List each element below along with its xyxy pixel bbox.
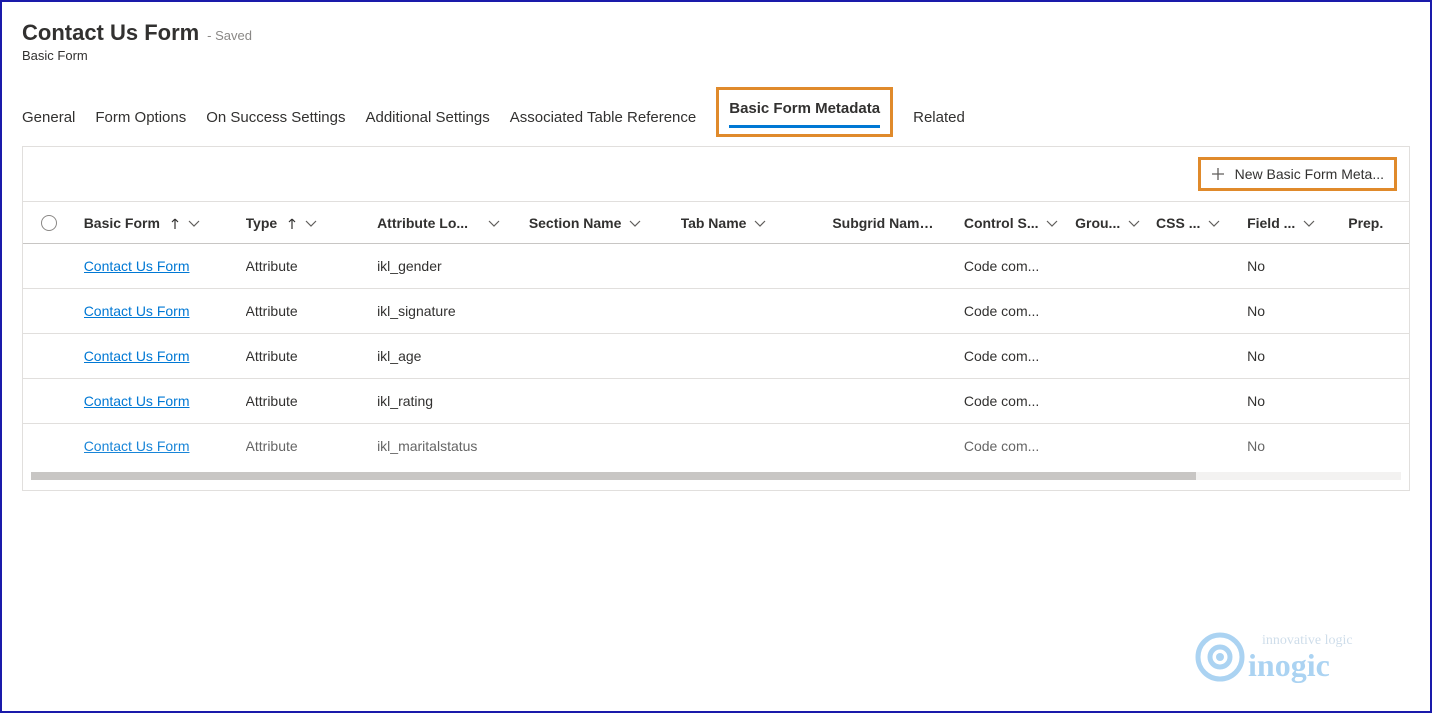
watermark-logo: innovative logic inogic: [1192, 612, 1412, 695]
column-css[interactable]: CSS ...: [1156, 202, 1247, 244]
column-group[interactable]: Grou...: [1075, 202, 1156, 244]
chevron-down-icon: [935, 215, 947, 231]
chevron-down-icon: [754, 215, 766, 231]
column-basic-form[interactable]: Basic Form: [84, 202, 246, 244]
cell-type: Attribute: [246, 289, 378, 334]
entity-name: Basic Form: [22, 48, 1410, 63]
tab-on-success-settings[interactable]: On Success Settings: [206, 109, 345, 134]
tab-related[interactable]: Related: [913, 109, 965, 134]
chevron-down-icon: [1128, 215, 1140, 231]
svg-text:innovative logic: innovative logic: [1262, 633, 1353, 648]
column-control-style[interactable]: Control S...: [964, 202, 1075, 244]
page-title: Contact Us Form: [22, 20, 199, 45]
cell-type: Attribute: [246, 379, 378, 424]
svg-text:inogic: inogic: [1248, 647, 1330, 683]
chevron-down-icon: [488, 215, 500, 231]
table-row[interactable]: Contact Us Form Attribute ikl_gender Cod…: [23, 244, 1409, 289]
cell-field: No: [1247, 334, 1348, 379]
column-prep[interactable]: Prep.: [1348, 202, 1409, 244]
tab-bar: General Form Options On Success Settings…: [2, 69, 1430, 134]
chevron-down-icon: [629, 215, 641, 231]
cell-control: Code com...: [964, 424, 1075, 469]
cell-type: Attribute: [246, 244, 378, 289]
basic-form-link[interactable]: Contact Us Form: [84, 438, 190, 454]
select-all-checkbox-icon: [41, 215, 57, 231]
column-select-all[interactable]: [23, 202, 84, 244]
scrollbar-thumb[interactable]: [31, 472, 1196, 480]
basic-form-link[interactable]: Contact Us Form: [84, 303, 190, 319]
table-row[interactable]: Contact Us Form Attribute ikl_maritalsta…: [23, 424, 1409, 469]
basic-form-link[interactable]: Contact Us Form: [84, 258, 190, 274]
plus-icon: [1211, 167, 1225, 181]
cell-attribute: ikl_signature: [377, 289, 529, 334]
horizontal-scrollbar[interactable]: [31, 472, 1401, 480]
cell-field: No: [1247, 379, 1348, 424]
tab-basic-form-metadata[interactable]: Basic Form Metadata: [729, 100, 880, 128]
highlight-active-tab: Basic Form Metadata: [716, 87, 893, 137]
cell-control: Code com...: [964, 334, 1075, 379]
column-subgrid-name[interactable]: Subgrid Name: [832, 202, 964, 244]
table-row[interactable]: Contact Us Form Attribute ikl_age Code c…: [23, 334, 1409, 379]
highlight-new-button: New Basic Form Meta...: [1198, 157, 1397, 191]
chevron-down-icon: [1303, 215, 1315, 231]
column-field[interactable]: Field ...: [1247, 202, 1348, 244]
sort-ascending-icon: [170, 215, 180, 231]
subgrid-container: New Basic Form Meta...: [22, 146, 1410, 491]
basic-form-link[interactable]: Contact Us Form: [84, 348, 190, 364]
cell-field: No: [1247, 424, 1348, 469]
cell-control: Code com...: [964, 244, 1075, 289]
column-section-name[interactable]: Section Name: [529, 202, 681, 244]
cell-control: Code com...: [964, 289, 1075, 334]
cell-attribute: ikl_maritalstatus: [377, 424, 529, 469]
metadata-grid: Basic Form Type Attribute Lo... S: [23, 202, 1409, 468]
cell-attribute: ikl_gender: [377, 244, 529, 289]
cell-type: Attribute: [246, 334, 378, 379]
chevron-down-icon: [1208, 215, 1220, 231]
column-attribute-logical[interactable]: Attribute Lo...: [377, 202, 529, 244]
tab-associated-table-reference[interactable]: Associated Table Reference: [510, 109, 697, 134]
table-row[interactable]: Contact Us Form Attribute ikl_rating Cod…: [23, 379, 1409, 424]
cell-attribute: ikl_age: [377, 334, 529, 379]
basic-form-link[interactable]: Contact Us Form: [84, 393, 190, 409]
subgrid-toolbar: New Basic Form Meta...: [23, 147, 1409, 202]
table-row[interactable]: Contact Us Form Attribute ikl_signature …: [23, 289, 1409, 334]
tab-form-options[interactable]: Form Options: [95, 109, 186, 134]
new-basic-form-metadata-button[interactable]: New Basic Form Meta...: [1201, 160, 1394, 188]
column-tab-name[interactable]: Tab Name: [681, 202, 833, 244]
cell-control: Code com...: [964, 379, 1075, 424]
chevron-down-icon: [305, 215, 317, 231]
saved-status: - Saved: [207, 28, 252, 43]
cell-field: No: [1247, 244, 1348, 289]
cell-type: Attribute: [246, 424, 378, 469]
sort-ascending-icon: [287, 215, 297, 231]
cell-field: No: [1247, 289, 1348, 334]
column-type[interactable]: Type: [246, 202, 378, 244]
cell-attribute: ikl_rating: [377, 379, 529, 424]
chevron-down-icon: [1046, 215, 1058, 231]
tab-general[interactable]: General: [22, 109, 75, 134]
tab-additional-settings[interactable]: Additional Settings: [365, 109, 489, 134]
chevron-down-icon: [188, 215, 200, 231]
new-button-label: New Basic Form Meta...: [1235, 166, 1384, 182]
